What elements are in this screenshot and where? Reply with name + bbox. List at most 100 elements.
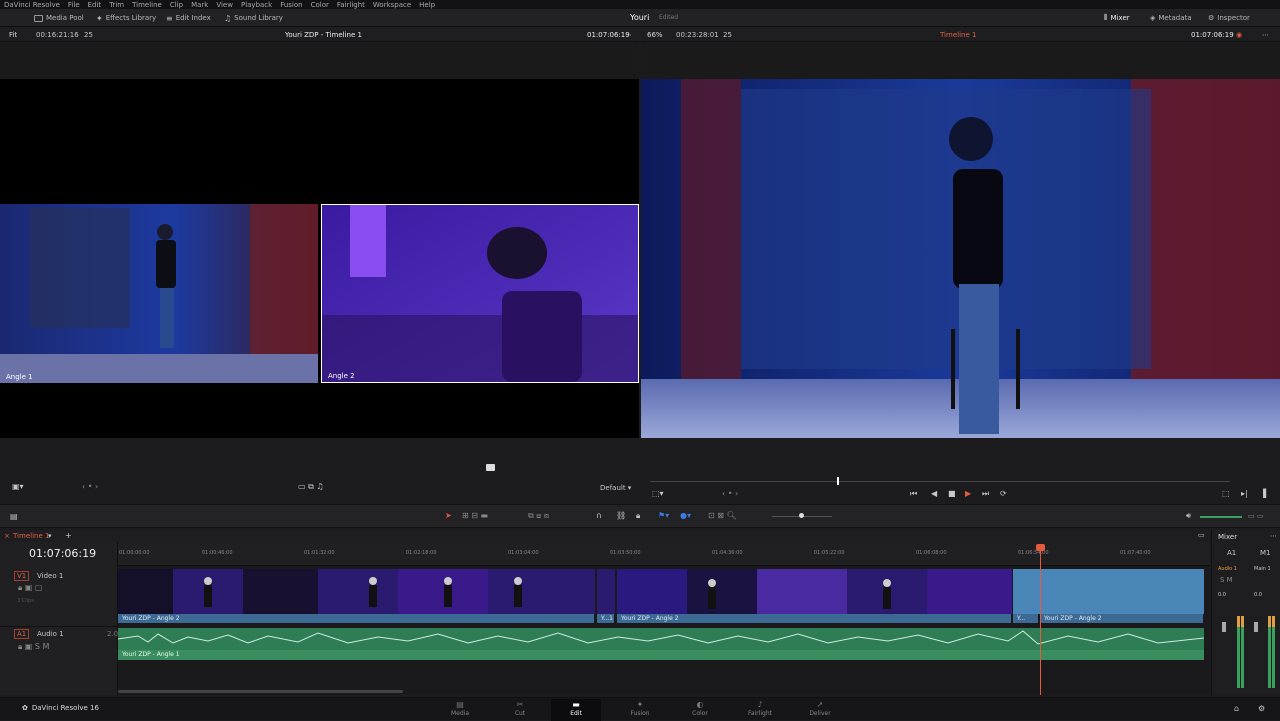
menu-timeline[interactable]: Timeline xyxy=(132,1,162,9)
menu-mark[interactable]: Mark xyxy=(191,1,208,9)
video-clip-label[interactable]: Youri ZDP - Angle 2 xyxy=(617,614,1012,623)
video-clip-label[interactable]: Y...1 xyxy=(597,614,615,623)
program-mode-icon[interactable]: ⬚▾ xyxy=(652,489,664,498)
video-track-id[interactable]: V1 xyxy=(14,571,30,581)
menu-help[interactable]: Help xyxy=(419,1,435,9)
menu-view[interactable]: View xyxy=(216,1,233,9)
audio-track-controls[interactable]: 🔒︎ ▣ S M xyxy=(18,642,49,652)
expand-icon[interactable]: ▭ xyxy=(1198,531,1205,539)
tab-dropdown-icon[interactable]: ▾ xyxy=(48,532,52,540)
video-clip-thumbnails[interactable] xyxy=(118,569,595,614)
inspector-button[interactable]: ⚙ Inspector xyxy=(1208,12,1250,24)
program-viewer[interactable] xyxy=(641,43,1280,438)
media-pool-button[interactable]: Media Pool xyxy=(34,12,84,24)
source-options-icon[interactable]: ⋯ xyxy=(625,31,632,39)
audio-clip-label[interactable]: Youri ZDP - Angle 1 xyxy=(118,650,1204,660)
selection-tool-icon[interactable]: ➤ xyxy=(445,511,452,520)
video-clip-label[interactable]: Youri ZDP - Angle 2 xyxy=(118,614,595,623)
audio-track-id[interactable]: A1 xyxy=(14,629,30,639)
skip-back-icon[interactable]: ⏮ xyxy=(910,489,917,499)
video-clip-label[interactable]: Y... xyxy=(1013,614,1039,623)
program-options-icon[interactable]: ⋯ xyxy=(1262,31,1269,39)
menu-workspace[interactable]: Workspace xyxy=(373,1,411,9)
snapping-icon[interactable]: ∩ xyxy=(596,511,602,520)
menu-clip[interactable]: Clip xyxy=(170,1,183,9)
link-icon[interactable]: ⛓ xyxy=(616,511,626,520)
effects-library-button[interactable]: ✦ Effects Library xyxy=(96,12,156,24)
page-media[interactable]: ▤ Media xyxy=(435,699,485,721)
page-color[interactable]: ◐ Color xyxy=(675,699,725,721)
scrub-playhead[interactable] xyxy=(837,477,839,485)
home-icon[interactable]: ⌂ xyxy=(1234,704,1239,713)
mixer-solo-mute[interactable]: S M xyxy=(1220,576,1233,584)
viewer-toggle-button[interactable] xyxy=(486,464,495,471)
timeline-view-options-icon[interactable]: ▤ xyxy=(10,512,18,521)
stop-icon[interactable]: ■ xyxy=(948,489,956,498)
source-viewer[interactable]: Angle 1 Angle 2 xyxy=(0,43,639,438)
page-cut[interactable]: ✂ Cut xyxy=(495,699,545,721)
angle-2-view[interactable]: Angle 2 xyxy=(321,204,639,383)
menu-file[interactable]: File xyxy=(68,1,80,9)
source-zoom-select[interactable]: Fit xyxy=(9,31,17,39)
zoom-slider-handle[interactable] xyxy=(799,513,804,518)
trim-tool-icon[interactable]: ⊞ ⊟ ▬ xyxy=(462,511,488,520)
volume-icon[interactable]: 🔊︎ xyxy=(1186,511,1191,521)
timeline-ruler[interactable]: 01:00:00:00 01:00:46:00 01:01:32:00 01:0… xyxy=(118,542,1210,566)
sound-library-button[interactable]: ♫ Sound Library xyxy=(224,12,283,24)
menu-trim[interactable]: Trim xyxy=(109,1,124,9)
menu-edit[interactable]: Edit xyxy=(88,1,102,9)
settings-icon[interactable]: ⚙ xyxy=(1258,704,1265,713)
page-fairlight[interactable]: ♪ Fairlight xyxy=(735,699,785,721)
fullscreen-icon[interactable]: ⬚ xyxy=(1222,489,1230,498)
zoom-icons[interactable]: ⊡ ⊠ 🔍︎ xyxy=(708,511,737,520)
edit-index-button[interactable]: ≡ Edit Index xyxy=(166,12,211,24)
loop-icon[interactable]: ⟳ xyxy=(1000,489,1007,498)
program-zoom-select[interactable]: 66% xyxy=(647,31,663,39)
audio-clip[interactable]: Youri ZDP - Angle 1 xyxy=(118,628,1205,660)
timeline-playhead[interactable] xyxy=(1040,546,1041,695)
fader-m1[interactable] xyxy=(1254,622,1258,632)
skip-forward-icon[interactable]: ⏭ xyxy=(982,489,989,499)
timeline-scrollbar[interactable] xyxy=(118,690,403,693)
match-frame-icon[interactable]: ▸| xyxy=(1241,489,1248,498)
last-frame-icon[interactable]: ▐ xyxy=(1260,489,1266,498)
menu-fairlight[interactable]: Fairlight xyxy=(337,1,365,9)
insert-clip-icon[interactable]: ⧉ ⧈ ⧇ xyxy=(528,511,549,521)
video-clip-selected[interactable] xyxy=(1013,569,1204,614)
add-tab-icon[interactable]: + xyxy=(65,531,72,540)
source-mode-icon[interactable]: ▣▾ xyxy=(12,482,24,491)
metadata-button[interactable]: ◈ Metadata xyxy=(1150,12,1192,24)
mixer-options-icon[interactable]: ⋯ xyxy=(1270,532,1277,540)
timeline-area[interactable]: 01:00:00:00 01:00:46:00 01:01:32:00 01:0… xyxy=(118,542,1210,695)
audio-meter-icons[interactable]: ▭ ▭ xyxy=(1248,512,1263,520)
volume-slider[interactable] xyxy=(1200,516,1242,518)
mixer-button[interactable]: ⦀ Mixer xyxy=(1104,12,1130,24)
video-clip-label[interactable]: Youri ZDP - Angle 2 xyxy=(1040,614,1204,623)
fader-a1[interactable] xyxy=(1222,622,1226,632)
play-icon[interactable]: ▶ xyxy=(965,489,971,498)
video-clip-thumbnails[interactable] xyxy=(617,569,1012,614)
angle-1-view[interactable]: Angle 1 xyxy=(0,204,318,383)
page-fusion[interactable]: ✦ Fusion xyxy=(615,699,665,721)
marker-icon[interactable]: ●▾ xyxy=(680,511,691,520)
program-jog-control[interactable]: ‹ • › xyxy=(722,489,738,498)
page-deliver[interactable]: ➚ Deliver xyxy=(795,699,845,721)
video-clip-short[interactable] xyxy=(597,569,615,614)
menu-color[interactable]: Color xyxy=(311,1,329,9)
scrub-bar[interactable] xyxy=(650,481,1230,482)
menu-fusion[interactable]: Fusion xyxy=(280,1,302,9)
source-jog-control[interactable]: ‹ • › xyxy=(82,482,98,491)
menu-app[interactable]: DaVinci Resolve xyxy=(4,1,60,9)
layout-preset-select[interactable]: Default ▾ xyxy=(600,484,631,492)
lock-icon[interactable]: 🔒︎ xyxy=(636,511,640,521)
flag-icon[interactable]: ⚑▾ xyxy=(658,511,669,520)
play-reverse-icon[interactable]: ◀ xyxy=(931,489,937,498)
program-timeline-select[interactable]: Timeline 1 xyxy=(940,31,976,39)
video-track-lane[interactable]: Youri ZDP - Angle 2 Y...1 Youri ZDP - An… xyxy=(118,569,1204,624)
menu-playback[interactable]: Playback xyxy=(241,1,272,9)
record-icon[interactable]: ◉ xyxy=(1236,31,1242,39)
tab-timeline-1[interactable]: Timeline 1 xyxy=(13,532,49,540)
multicam-icon[interactable]: ▭ ⧉ ♫ xyxy=(298,482,324,492)
page-edit[interactable]: ▬ Edit xyxy=(551,699,601,721)
close-tab-icon[interactable]: × xyxy=(4,532,10,540)
